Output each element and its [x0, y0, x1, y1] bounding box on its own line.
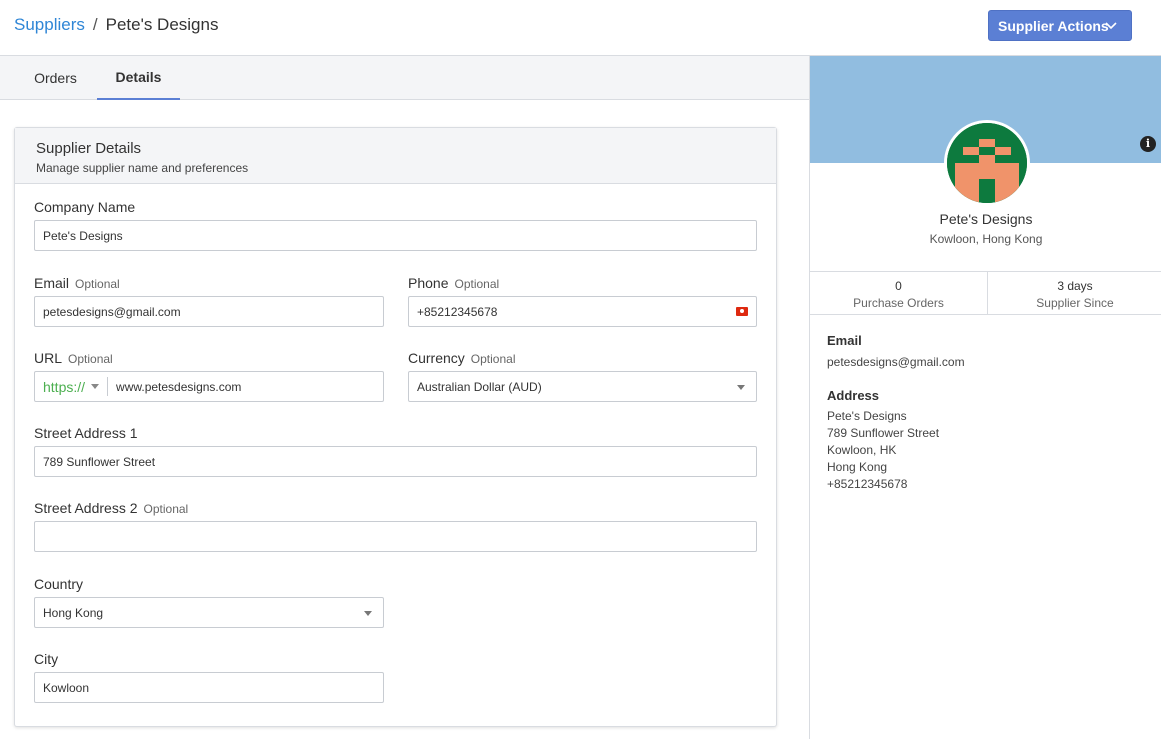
stat-label: Supplier Since	[1036, 296, 1114, 310]
currency-label-text: Currency	[408, 350, 465, 366]
url-field: https:// www.petesdesigns.com	[34, 371, 384, 402]
stat-value: 0	[895, 279, 902, 293]
supplier-actions-label: Supplier Actions	[998, 17, 1109, 34]
email-section-title: Email	[827, 333, 862, 348]
caret-down-icon	[737, 385, 745, 390]
caret-down-icon	[91, 384, 100, 389]
tabs-bar: Orders Details	[0, 56, 809, 100]
email-input[interactable]: petesdesigns@gmail.com	[34, 296, 384, 327]
hong-kong-flag-icon[interactable]	[736, 307, 748, 316]
country-value: Hong Kong	[43, 605, 104, 620]
avatar-pattern-icon	[947, 123, 1027, 203]
address-section-title: Address	[827, 388, 880, 403]
city-label: City	[34, 651, 58, 667]
tab-orders[interactable]: Orders	[14, 56, 97, 100]
phone-optional-tag: Optional	[454, 277, 500, 291]
card-subtitle: Manage supplier name and preferences	[36, 161, 249, 175]
street1-label-text: Street Address 1	[34, 425, 138, 441]
breadcrumb-suppliers-link[interactable]: Suppliers	[14, 15, 85, 34]
phone-label-text: Phone	[408, 275, 449, 291]
card-title: Supplier Details	[36, 140, 142, 157]
currency-label: Currency Optional	[408, 350, 516, 366]
url-optional-tag: Optional	[68, 352, 113, 366]
address-line: Hong Kong	[827, 460, 888, 474]
phone-input[interactable]: +85212345678	[408, 296, 757, 327]
currency-value: Australian Dollar (AUD)	[417, 379, 542, 394]
city-input[interactable]: Kowloon	[34, 672, 384, 703]
address-line: Pete's Designs	[827, 409, 907, 423]
url-input[interactable]: www.petesdesigns.com	[116, 380, 241, 394]
stat-label: Purchase Orders	[853, 296, 944, 310]
street1-input[interactable]: 789 Sunflower Street	[34, 446, 757, 477]
profile-location: Kowloon, Hong Kong	[929, 232, 1043, 246]
breadcrumb-current: Pete's Designs	[105, 15, 219, 34]
breadcrumb: Suppliers / Pete's Designs	[14, 14, 218, 36]
address-line: +85212345678	[827, 477, 908, 491]
top-header: Suppliers / Pete's Designs Supplier Action…	[0, 0, 1161, 56]
company-name-input[interactable]: Pete's Designs	[34, 220, 757, 251]
url-label-text: URL	[34, 350, 63, 366]
company-name-label: Company Name	[34, 199, 135, 215]
supplier-profile-panel: i Pete's Designs Kowloon, Hong Kong 0 Pu…	[809, 56, 1161, 739]
phone-value: +85212345678	[417, 304, 498, 319]
stat-purchase-orders: 0 Purchase Orders	[810, 272, 988, 314]
street2-label-text: Street Address 2	[34, 500, 138, 516]
phone-label: Phone Optional	[408, 275, 499, 291]
address-line: Kowloon, HK	[827, 443, 897, 457]
caret-down-icon	[364, 611, 372, 616]
city-label-text: City	[34, 651, 59, 667]
email-label: Email Optional	[34, 275, 120, 291]
url-protocol-value: https://	[43, 378, 86, 395]
street2-label: Street Address 2 Optional	[34, 500, 188, 516]
chevron-down-icon	[1105, 22, 1117, 30]
country-select[interactable]: Hong Kong	[34, 597, 384, 628]
email-optional-tag: Optional	[75, 277, 120, 291]
url-label: URL Optional	[34, 350, 113, 366]
supplier-details-card: Supplier Details Manage supplier name an…	[14, 127, 777, 727]
country-label-text: Country	[34, 576, 84, 592]
supplier-actions-button[interactable]: Supplier Actions	[988, 10, 1132, 41]
currency-select[interactable]: Australian Dollar (AUD)	[408, 371, 757, 402]
stat-supplier-since: 3 days Supplier Since	[988, 272, 1161, 314]
url-protocol-select[interactable]: https://	[43, 378, 100, 395]
email-label-text: Email	[34, 275, 70, 291]
address-line: 789 Sunflower Street	[827, 426, 940, 440]
info-icon[interactable]: i	[1140, 136, 1156, 152]
profile-stats: 0 Purchase Orders 3 days Supplier Since	[810, 271, 1161, 315]
street1-label: Street Address 1	[34, 425, 138, 441]
address-block: Pete's Designs 789 Sunflower Street Kowl…	[827, 408, 939, 493]
profile-name: Pete's Designs	[939, 211, 1033, 227]
company-name-label-text: Company Name	[34, 199, 136, 215]
country-label: Country	[34, 576, 83, 592]
url-divider	[107, 377, 109, 396]
street2-optional-tag: Optional	[143, 502, 189, 516]
card-header: Supplier Details Manage supplier name an…	[15, 128, 776, 184]
currency-optional-tag: Optional	[470, 352, 516, 366]
main-pane: Orders Details Supplier Details Manage s…	[0, 56, 809, 739]
breadcrumb-separator: /	[92, 15, 98, 34]
profile-email: petesdesigns@gmail.com	[827, 355, 965, 369]
tab-details[interactable]: Details	[97, 56, 180, 100]
avatar	[944, 120, 1030, 206]
street2-input[interactable]	[34, 521, 757, 552]
stat-value: 3 days	[1057, 279, 1093, 293]
